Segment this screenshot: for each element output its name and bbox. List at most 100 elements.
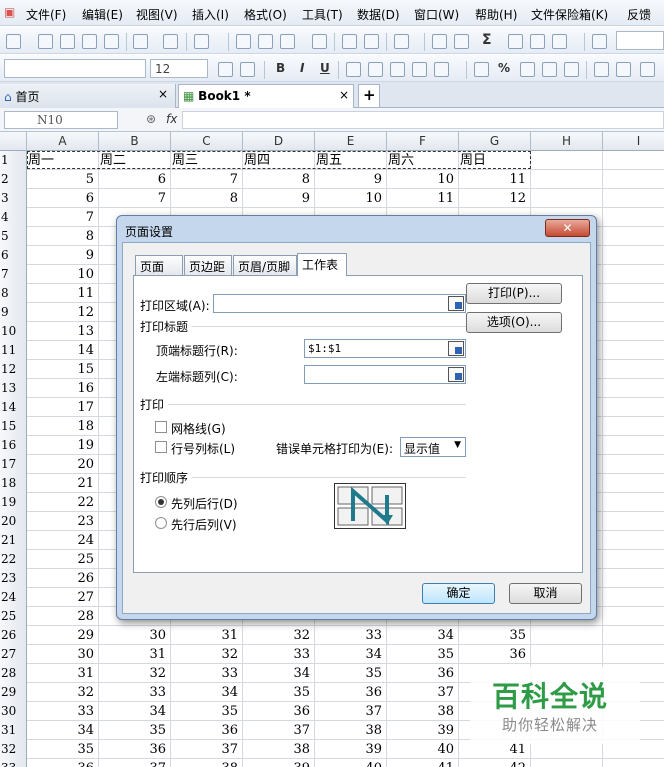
grid-cell[interactable]: 24 (27, 531, 99, 550)
toolbar-search-box[interactable] (616, 31, 664, 50)
grid-cell[interactable]: 38 (387, 702, 459, 721)
new-icon[interactable] (6, 34, 21, 49)
align-left-icon[interactable] (346, 62, 361, 77)
align-right-icon[interactable] (390, 62, 405, 77)
grid-cell[interactable]: 35 (171, 702, 243, 721)
grid-cell[interactable]: 40 (315, 759, 387, 767)
row-header[interactable]: 21 (0, 531, 27, 550)
grid-cell[interactable] (603, 341, 664, 360)
grid-cell[interactable]: 10 (27, 265, 99, 284)
permission-icon[interactable] (82, 34, 97, 49)
grid-cell[interactable]: 33 (243, 645, 315, 664)
print-area-input[interactable] (213, 294, 466, 313)
grid-cell[interactable] (603, 379, 664, 398)
grid-cell[interactable]: 33 (27, 702, 99, 721)
tab-book1[interactable]: ▦ Book1 * × (178, 84, 354, 108)
undo-icon[interactable] (342, 34, 357, 49)
grid-cell[interactable] (531, 759, 603, 767)
row-header[interactable]: 1 (0, 151, 27, 170)
column-header-i[interactable]: I (603, 132, 664, 151)
tab-book1-close-icon[interactable]: × (339, 88, 349, 102)
grid-cell[interactable]: 34 (99, 702, 171, 721)
grid-cell[interactable]: 周二 (99, 151, 171, 170)
decrease-decimal-icon[interactable] (564, 62, 579, 77)
column-header-g[interactable]: G (459, 132, 531, 151)
grid-cell[interactable]: 30 (27, 645, 99, 664)
row-header[interactable]: 14 (0, 398, 27, 417)
grid-cell[interactable]: 7 (171, 170, 243, 189)
row-header[interactable]: 12 (0, 360, 27, 379)
grid-cell[interactable]: 37 (171, 740, 243, 759)
column-header-b[interactable]: B (99, 132, 171, 151)
grid-cell[interactable] (603, 208, 664, 227)
spellcheck-icon[interactable] (194, 34, 209, 49)
row-header[interactable]: 6 (0, 246, 27, 265)
left-columns-collapse-icon[interactable] (448, 367, 464, 382)
grid-cell[interactable]: 36 (315, 683, 387, 702)
grid-cell[interactable]: 37 (387, 683, 459, 702)
row-header[interactable]: 23 (0, 569, 27, 588)
grid-cell[interactable]: 35 (459, 626, 531, 645)
open-icon[interactable] (38, 34, 53, 49)
currency-icon[interactable] (474, 62, 489, 77)
grid-cell[interactable] (603, 455, 664, 474)
grid-cell[interactable]: 21 (27, 474, 99, 493)
menu-file-safe[interactable]: 文件保险箱(K) (531, 6, 608, 23)
grid-cell[interactable]: 35 (387, 645, 459, 664)
grid-cell[interactable] (603, 170, 664, 189)
grid-cell[interactable]: 32 (243, 626, 315, 645)
menu-file[interactable]: 文件(F) (26, 6, 66, 23)
grid-cell[interactable]: 7 (27, 208, 99, 227)
function-fx-icon[interactable]: fx (166, 112, 177, 126)
grid-cell[interactable]: 8 (243, 170, 315, 189)
grid-cell[interactable]: 15 (27, 360, 99, 379)
sort-ascending-icon[interactable] (508, 34, 523, 49)
menu-edit[interactable]: 编辑(E) (82, 6, 123, 23)
row-header[interactable]: 2 (0, 170, 27, 189)
grid-cell[interactable]: 34 (27, 721, 99, 740)
grid-cell[interactable] (603, 322, 664, 341)
grid-cell[interactable]: 22 (27, 493, 99, 512)
grid-cell[interactable]: 6 (99, 170, 171, 189)
grid-cell[interactable] (603, 151, 664, 170)
grid-cell[interactable] (531, 170, 603, 189)
grid-cell[interactable]: 14 (27, 341, 99, 360)
grid-cell[interactable] (603, 189, 664, 208)
copy-icon[interactable] (236, 34, 251, 49)
grid-cell[interactable]: 34 (171, 683, 243, 702)
grid-cell[interactable]: 10 (315, 189, 387, 208)
grid-cell[interactable]: 36 (243, 702, 315, 721)
menu-tools[interactable]: 工具(T) (302, 6, 343, 23)
menu-view[interactable]: 视图(V) (136, 6, 178, 23)
align-center-icon[interactable] (368, 62, 383, 77)
grid-cell[interactable]: 周三 (171, 151, 243, 170)
filter-icon[interactable] (552, 34, 567, 49)
grid-cell[interactable] (531, 645, 603, 664)
font-size-select[interactable]: 12 (150, 59, 208, 78)
top-rows-collapse-icon[interactable] (448, 341, 464, 356)
row-header[interactable]: 15 (0, 417, 27, 436)
new-tab-button[interactable]: + (358, 84, 380, 108)
tab-page[interactable]: 页面 (135, 255, 183, 275)
grid-cell[interactable]: 20 (27, 455, 99, 474)
tab-sheet[interactable]: 工作表 (297, 253, 347, 276)
grid-cell[interactable]: 8 (171, 189, 243, 208)
row-header[interactable]: 17 (0, 455, 27, 474)
grid-cell[interactable]: 39 (243, 759, 315, 767)
grid-cell[interactable] (603, 607, 664, 626)
column-header-d[interactable]: D (243, 132, 315, 151)
row-header[interactable]: 30 (0, 702, 27, 721)
grid-cell[interactable] (603, 626, 664, 645)
grid-cell[interactable]: 37 (99, 759, 171, 767)
grid-cell[interactable]: 36 (99, 740, 171, 759)
save-icon[interactable] (60, 34, 75, 49)
menu-format[interactable]: 格式(O) (244, 6, 287, 23)
grid-cell[interactable]: 7 (99, 189, 171, 208)
tab-home[interactable]: ⌂ 首页 × (0, 84, 176, 108)
grid-cell[interactable]: 13 (27, 322, 99, 341)
over-then-down-radio[interactable] (155, 517, 167, 529)
redo-icon[interactable] (364, 34, 379, 49)
grid-cell[interactable]: 周一 (27, 151, 99, 170)
grid-cell[interactable] (603, 284, 664, 303)
grid-cell[interactable] (531, 189, 603, 208)
